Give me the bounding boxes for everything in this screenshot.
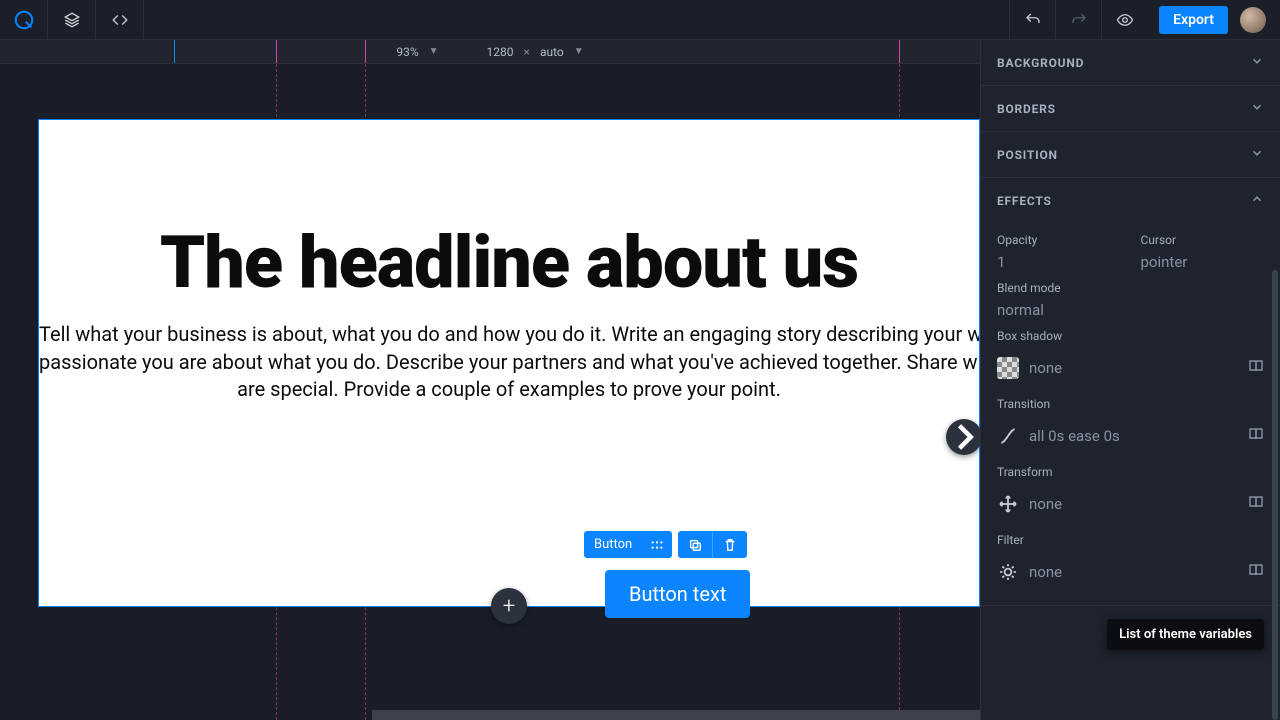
next-section-preview[interactable] bbox=[372, 710, 980, 720]
dimension-separator: × bbox=[524, 45, 530, 59]
app-logo[interactable] bbox=[0, 0, 48, 40]
chevron-down-icon bbox=[1250, 146, 1264, 163]
avatar[interactable] bbox=[1240, 7, 1266, 33]
section-title: EFFECTS bbox=[997, 194, 1052, 208]
transform-label: Transform bbox=[997, 465, 1264, 479]
delete-button[interactable] bbox=[712, 531, 747, 558]
add-section-button[interactable]: + bbox=[491, 588, 527, 624]
selection-toolbar: Button bbox=[584, 531, 747, 558]
box-shadow-input[interactable]: none bbox=[1029, 359, 1238, 377]
panel-scrollbar[interactable] bbox=[1272, 270, 1278, 720]
top-bar: Export bbox=[0, 0, 1280, 40]
filter-input[interactable]: none bbox=[1029, 563, 1238, 581]
blend-mode-input[interactable]: normal bbox=[997, 301, 1264, 319]
cursor-label: Cursor bbox=[1141, 233, 1265, 247]
headline-text[interactable]: The headline about us bbox=[39, 220, 979, 305]
blend-mode-label: Blend mode bbox=[997, 281, 1264, 295]
book-icon[interactable] bbox=[1248, 358, 1264, 378]
tooltip-theme-variables: List of theme variables bbox=[1107, 619, 1264, 650]
section-title: BACKGROUND bbox=[997, 56, 1084, 70]
properties-panel: BACKGROUND BORDERS POSITION EFFECTS Opac… bbox=[980, 40, 1280, 720]
section-card[interactable]: The headline about us Tell what your bus… bbox=[38, 119, 980, 607]
book-icon[interactable] bbox=[1248, 426, 1264, 446]
easing-icon[interactable] bbox=[997, 425, 1019, 447]
book-icon[interactable] bbox=[1248, 494, 1264, 514]
code-button[interactable] bbox=[96, 0, 144, 40]
zoom-controls[interactable]: 93% ▼ 1280 × auto ▼ bbox=[396, 45, 583, 59]
transition-label: Transition bbox=[997, 397, 1264, 411]
zoom-value[interactable]: 93% bbox=[396, 45, 418, 59]
export-button[interactable]: Export bbox=[1159, 6, 1228, 34]
cursor-input[interactable]: pointer bbox=[1141, 253, 1265, 271]
ruler-guide-blue[interactable] bbox=[174, 40, 175, 63]
button-element[interactable]: Button text bbox=[607, 572, 748, 616]
paragraph-text[interactable]: Tell what your business is about, what y… bbox=[39, 321, 979, 404]
ruler-bar: 93% ▼ 1280 × auto ▼ bbox=[0, 40, 980, 64]
brightness-icon[interactable] bbox=[997, 561, 1019, 583]
section-head-position[interactable]: POSITION bbox=[981, 132, 1280, 177]
effects-body: Opacity 1 Cursor pointer Blend mode norm… bbox=[981, 223, 1280, 605]
duplicate-button[interactable] bbox=[678, 531, 712, 558]
height-caret-icon[interactable]: ▼ bbox=[574, 46, 584, 57]
ruler-guide-magenta-2[interactable] bbox=[365, 40, 366, 63]
zoom-caret-icon[interactable]: ▼ bbox=[429, 46, 439, 57]
preview-button[interactable] bbox=[1101, 0, 1147, 40]
transform-input[interactable]: none bbox=[1029, 495, 1238, 513]
selection-actions bbox=[678, 531, 747, 558]
opacity-label: Opacity bbox=[997, 233, 1121, 247]
ruler-guide-magenta-3[interactable] bbox=[899, 40, 900, 63]
canvas-height-value[interactable]: auto bbox=[540, 45, 564, 59]
section-title: POSITION bbox=[997, 148, 1058, 162]
transition-input[interactable]: all 0s ease 0s bbox=[1029, 427, 1238, 445]
selection-chip[interactable]: Button bbox=[584, 531, 672, 558]
filter-label: Filter bbox=[997, 533, 1264, 547]
box-shadow-label: Box shadow bbox=[997, 329, 1264, 343]
opacity-input[interactable]: 1 bbox=[997, 253, 1121, 271]
section-title: BORDERS bbox=[997, 102, 1056, 116]
canvas-width-value[interactable]: 1280 bbox=[487, 45, 514, 59]
box-shadow-swatch[interactable] bbox=[997, 357, 1019, 379]
move-icon[interactable] bbox=[997, 493, 1019, 515]
chevron-down-icon bbox=[1250, 100, 1264, 117]
section-head-borders[interactable]: BORDERS bbox=[981, 86, 1280, 131]
layers-button[interactable] bbox=[48, 0, 96, 40]
selection-label: Button bbox=[584, 531, 642, 558]
chevron-up-icon bbox=[1250, 192, 1264, 209]
section-head-effects[interactable]: EFFECTS bbox=[981, 178, 1280, 223]
redo-button[interactable] bbox=[1055, 0, 1101, 40]
ruler-guide-magenta[interactable] bbox=[276, 40, 277, 63]
drag-handle-icon[interactable] bbox=[642, 532, 672, 558]
chevron-down-icon bbox=[1250, 54, 1264, 71]
book-icon[interactable] bbox=[1248, 562, 1264, 582]
toggle-panel-button[interactable] bbox=[946, 419, 980, 455]
undo-button[interactable] bbox=[1009, 0, 1055, 40]
section-head-background[interactable]: BACKGROUND bbox=[981, 40, 1280, 85]
workspace: 93% ▼ 1280 × auto ▼ The headline about u… bbox=[0, 40, 980, 720]
canvas[interactable]: The headline about us Tell what your bus… bbox=[0, 64, 980, 720]
